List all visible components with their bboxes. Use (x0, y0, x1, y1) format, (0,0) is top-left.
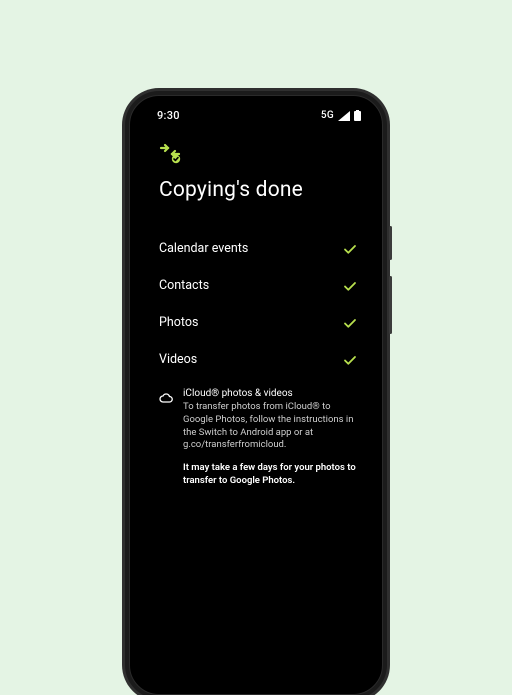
check-icon (343, 353, 357, 367)
signal-icon (338, 111, 350, 121)
transfer-complete-icon (159, 142, 357, 168)
status-bar: 9:30 5G (135, 101, 377, 122)
icloud-body: To transfer photos from iCloud® to Googl… (183, 401, 357, 452)
check-icon (343, 242, 357, 256)
page-title: Copying's done (159, 178, 357, 202)
status-network: 5G (321, 110, 334, 121)
volume-button[interactable] (389, 276, 392, 334)
item-label: Photos (159, 315, 198, 330)
power-button[interactable] (389, 226, 392, 260)
item-label: Videos (159, 352, 197, 367)
check-icon (343, 316, 357, 330)
item-label: Contacts (159, 278, 209, 293)
icloud-heading: iCloud® photos & videos (183, 388, 357, 399)
list-item: Calendar events (159, 230, 357, 267)
cloud-icon (159, 388, 173, 452)
footnote: It may take a few days for your photos t… (159, 462, 357, 488)
list-item: Contacts (159, 267, 357, 304)
icloud-note: iCloud® photos & videos To transfer phot… (159, 388, 357, 452)
phone-frame: 9:30 5G (129, 95, 383, 695)
battery-icon (354, 110, 361, 121)
item-label: Calendar events (159, 241, 248, 256)
list-item: Videos (159, 341, 357, 378)
check-icon (343, 279, 357, 293)
status-time: 9:30 (157, 109, 180, 122)
list-item: Photos (159, 304, 357, 341)
screen: 9:30 5G (135, 101, 377, 689)
